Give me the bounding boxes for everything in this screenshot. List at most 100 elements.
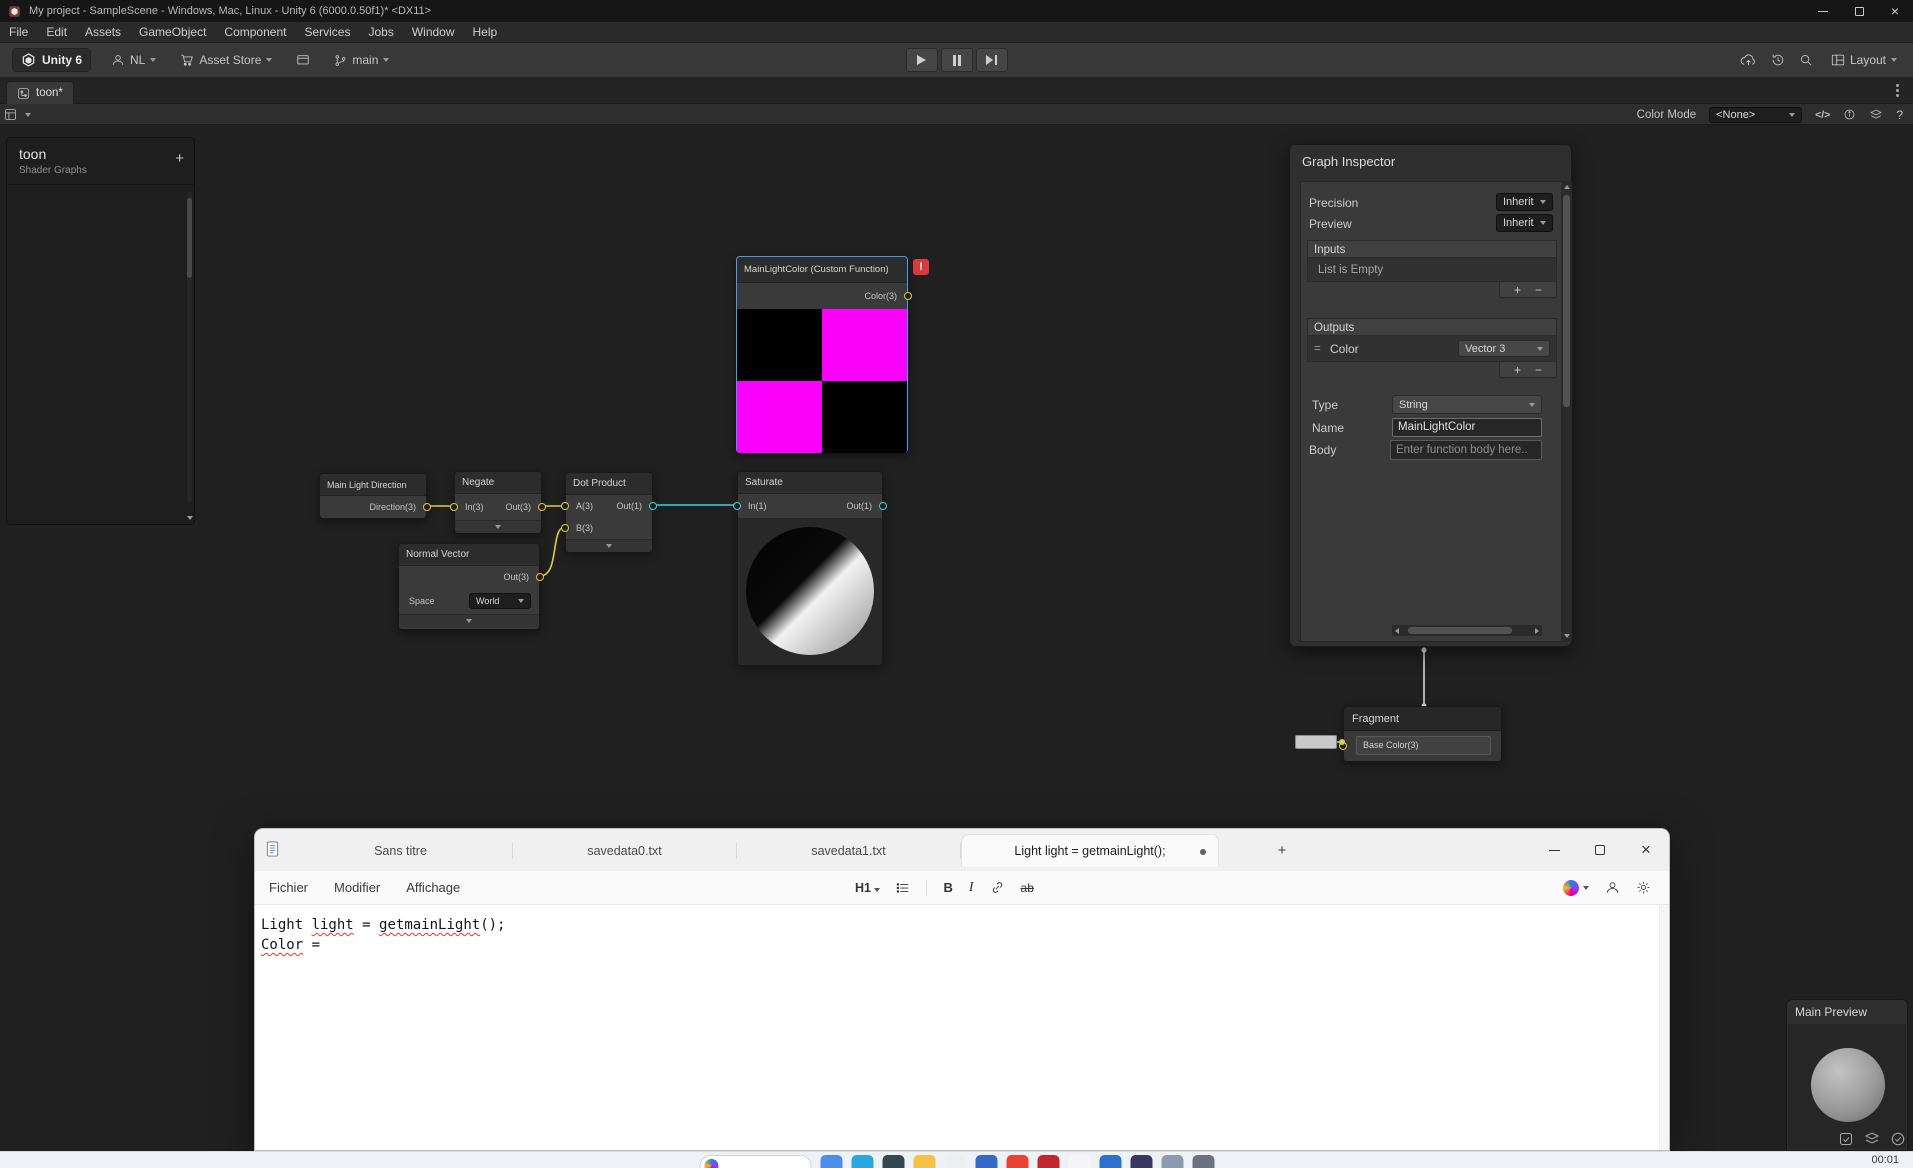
unity-version-button[interactable]: Unity 6	[12, 48, 92, 72]
account-dropdown[interactable]: NL	[107, 48, 160, 72]
main-preview-panel[interactable]: Main Preview	[1786, 999, 1908, 1151]
console-status-button[interactable]	[1864, 1131, 1880, 1147]
code-view-button[interactable]: </>	[1815, 109, 1830, 121]
link-button[interactable]	[990, 880, 1005, 895]
space-dropdown[interactable]: World	[469, 593, 531, 609]
scroll-down-icon[interactable]	[187, 516, 193, 520]
notepad-tab-3[interactable]: savedata1.txt	[737, 834, 960, 867]
taskbar-app-icon[interactable]	[1037, 1155, 1059, 1168]
scroll-down-icon[interactable]	[1563, 634, 1570, 638]
more-options-icon[interactable]	[1896, 89, 1899, 92]
menu-edit[interactable]: Edit	[37, 22, 76, 42]
taskbar-search-box[interactable]	[699, 1155, 811, 1168]
node-fragment[interactable]: Fragment Base Color(3)	[1339, 706, 1502, 762]
color-mode-dropdown[interactable]: <None>	[1709, 106, 1803, 123]
notepad-maximize-button[interactable]	[1577, 829, 1623, 871]
taskbar-app-icon[interactable]	[944, 1155, 966, 1168]
notepad-minimize-button[interactable]	[1531, 829, 1577, 871]
menu-fichier[interactable]: Fichier	[269, 880, 308, 895]
account-button[interactable]	[1605, 880, 1620, 895]
editor-content[interactable]: Light light = getmainLight(); Color =	[255, 905, 1659, 1150]
port-out[interactable]	[536, 573, 544, 581]
scrollbar-thumb[interactable]	[1563, 195, 1570, 407]
port-b[interactable]	[561, 524, 569, 532]
scrollbar-thumb[interactable]	[187, 198, 192, 278]
add-output-button[interactable]: +	[1514, 363, 1521, 377]
remove-output-button[interactable]: −	[1535, 363, 1542, 377]
italic-button[interactable]: I	[969, 880, 974, 896]
scroll-right-icon[interactable]	[1535, 627, 1539, 634]
menu-help[interactable]: Help	[464, 22, 507, 42]
notepad-tab-1[interactable]: Sans titre	[289, 834, 512, 867]
menu-gameobject[interactable]: GameObject	[130, 22, 215, 42]
minimize-button[interactable]	[1805, 0, 1841, 22]
base-color-swatch[interactable]	[1295, 735, 1337, 749]
taskbar-app-icon[interactable]	[882, 1155, 904, 1168]
play-button[interactable]	[905, 48, 938, 72]
add-property-button[interactable]: +	[175, 150, 184, 167]
chevron-down-icon[interactable]	[25, 112, 31, 117]
maximize-button[interactable]	[1841, 0, 1877, 22]
bake-status-button[interactable]	[1890, 1131, 1906, 1147]
precision-dropdown[interactable]: Inherit	[1496, 193, 1553, 211]
output-type-dropdown[interactable]: Vector 3	[1458, 340, 1550, 357]
taskbar-app-icon[interactable]	[1161, 1155, 1183, 1168]
port-out[interactable]	[538, 503, 546, 511]
graph-inspector-panel[interactable]: Graph Inspector Precision Inherit Previe…	[1289, 144, 1572, 647]
layout-dropdown[interactable]: Layout	[1827, 48, 1901, 72]
menu-file[interactable]: File	[0, 22, 37, 42]
blackboard-scrollbar[interactable]	[187, 192, 192, 502]
menu-jobs[interactable]: Jobs	[359, 22, 402, 42]
version-control-button[interactable]	[292, 48, 314, 72]
close-button[interactable]	[1877, 0, 1913, 22]
scroll-up-icon[interactable]	[1563, 185, 1570, 189]
search-button[interactable]	[1799, 53, 1813, 67]
remove-input-button[interactable]: −	[1535, 283, 1542, 297]
help-button[interactable]: ?	[1896, 108, 1903, 122]
taskbar-app-icon[interactable]	[975, 1155, 997, 1168]
taskbar-app-icon[interactable]	[913, 1155, 935, 1168]
inspect-button[interactable]	[1843, 108, 1856, 121]
heading-dropdown[interactable]: H1	[855, 881, 881, 895]
taskbar-app-icon[interactable]	[1192, 1155, 1214, 1168]
body-field[interactable]: Enter function body here..	[1390, 440, 1542, 460]
taskbar-app-icon[interactable]	[1006, 1155, 1028, 1168]
list-dropdown[interactable]	[896, 881, 910, 895]
taskbar-app-icon[interactable]	[820, 1155, 842, 1168]
inspector-horizontal-scrollbar[interactable]	[1392, 625, 1542, 636]
preview-dropdown[interactable]: Inherit	[1496, 214, 1553, 232]
blackboard-toggle-button[interactable]	[1869, 108, 1883, 121]
port-color-out[interactable]	[904, 292, 912, 300]
copilot-button[interactable]	[1563, 879, 1589, 896]
menu-component[interactable]: Component	[215, 22, 295, 42]
taskbar-app-icon[interactable]	[851, 1155, 873, 1168]
branch-dropdown[interactable]: main	[330, 48, 393, 72]
port-out[interactable]	[649, 502, 657, 510]
strikethrough-button[interactable]: ab	[1021, 881, 1034, 895]
node-main-light-direction[interactable]: Main Light Direction Direction(3)	[319, 473, 431, 519]
port-in[interactable]	[733, 502, 741, 510]
node-collapse-button[interactable]	[455, 520, 541, 533]
node-mainlightcolor-custom-function[interactable]: MainLightColor (Custom Function) Color(3…	[736, 256, 912, 453]
name-field[interactable]: MainLightColor	[1392, 418, 1542, 437]
scroll-left-icon[interactable]	[1395, 627, 1399, 634]
asset-store-dropdown[interactable]: Asset Store	[176, 48, 276, 72]
tab-toon[interactable]: toon*	[6, 81, 74, 104]
blackboard-panel[interactable]: toon Shader Graphs +	[6, 137, 195, 525]
node-saturate[interactable]: Saturate In(1) Out(1)	[733, 471, 887, 665]
pause-button[interactable]	[940, 48, 973, 72]
menu-services[interactable]: Services	[295, 22, 359, 42]
node-dot-product[interactable]: Dot Product A(3) Out(1) B(3)	[561, 472, 657, 552]
menu-affichage[interactable]: Affichage	[406, 880, 460, 895]
save-asset-button[interactable]	[4, 108, 17, 121]
settings-button[interactable]	[1636, 880, 1651, 895]
history-button[interactable]	[1771, 53, 1785, 67]
taskbar-app-icon[interactable]	[1068, 1155, 1090, 1168]
drag-handle-icon[interactable]: =	[1314, 336, 1321, 362]
node-negate[interactable]: Negate In(3) Out(3)	[450, 471, 546, 533]
progress-status-button[interactable]	[1838, 1131, 1854, 1147]
scrollbar-thumb[interactable]	[1408, 627, 1512, 634]
node-collapse-button[interactable]	[399, 614, 539, 627]
new-tab-button[interactable]	[1271, 839, 1293, 861]
inspector-vertical-scrollbar[interactable]	[1561, 181, 1572, 642]
